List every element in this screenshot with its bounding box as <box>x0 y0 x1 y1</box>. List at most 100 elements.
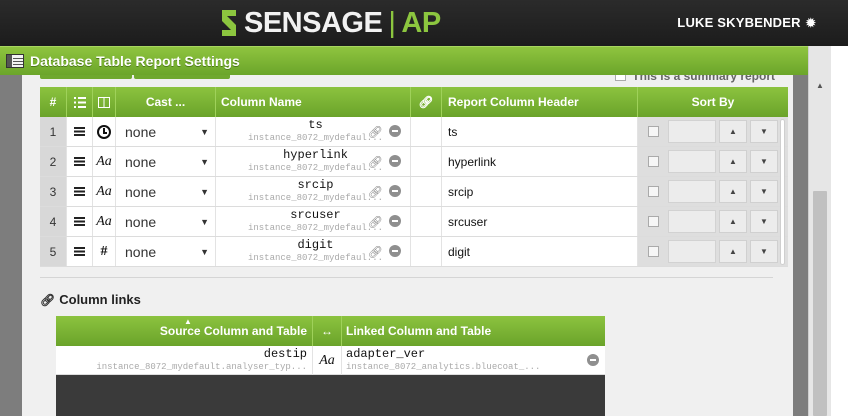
drag-handle[interactable] <box>67 207 93 236</box>
sort-down-button[interactable]: ▼ <box>750 180 778 203</box>
top-header: SENSAGE | AP LUKE SKYBENDER ✹ <box>0 0 848 46</box>
remove-icon[interactable] <box>389 155 401 167</box>
sort-down-button[interactable]: ▼ <box>750 120 778 143</box>
sort-checkbox[interactable] <box>648 126 659 137</box>
header-columns-icon[interactable] <box>93 87 116 117</box>
page-scrollbar[interactable]: ▲ <box>808 46 831 416</box>
sort-order-field[interactable] <box>668 210 716 233</box>
right-rail <box>831 46 848 416</box>
remove-icon[interactable] <box>389 125 401 137</box>
column-name: hyperlink <box>283 148 348 162</box>
menu-icon <box>74 157 85 166</box>
drag-handle[interactable] <box>67 147 93 176</box>
drag-handle[interactable] <box>67 117 93 146</box>
panel-title: Database Table Report Settings <box>30 53 240 69</box>
clock-icon <box>97 124 111 139</box>
sort-down-button[interactable]: ▼ <box>750 210 778 233</box>
summary-report-checkbox[interactable] <box>615 75 627 81</box>
sort-down-button[interactable]: ▼ <box>750 240 778 263</box>
sort-cell: ▲ ▼ <box>638 117 788 146</box>
cast-select[interactable]: none ▼ <box>116 147 216 176</box>
sort-order-field[interactable] <box>668 150 716 173</box>
link-icon[interactable]: 🔗︎ <box>368 185 383 199</box>
link-cell <box>411 117 442 146</box>
row-number: 3 <box>40 177 67 206</box>
sort-order-field[interactable] <box>668 180 716 203</box>
report-header-input[interactable]: hyperlink <box>442 147 638 176</box>
column-type: # <box>93 237 116 266</box>
column-name-cell: srcip instance_8072_mydefaul... 🔗︎ <box>216 177 411 206</box>
remove-icon[interactable] <box>389 245 401 257</box>
column-table: instance_8072_mydefaul... <box>247 253 384 263</box>
grid-scrollbar-thumb[interactable] <box>780 119 785 265</box>
drag-handle[interactable] <box>67 177 93 206</box>
link-cell <box>411 237 442 266</box>
row-number: 4 <box>40 207 67 236</box>
remove-icon[interactable] <box>587 354 599 366</box>
row-number: 2 <box>40 147 67 176</box>
drag-handle[interactable] <box>67 237 93 266</box>
summary-report-label: This is a summary report <box>632 75 775 83</box>
cast-select[interactable]: none ▼ <box>116 237 216 266</box>
panel-title-bar: Database Table Report Settings <box>0 46 808 75</box>
header-cast[interactable]: Cast ... <box>116 87 216 117</box>
source-cell: destip instance_8072_mydefault.analyser_… <box>56 346 313 375</box>
text-aa-icon: Aa <box>96 153 112 169</box>
column-link-row[interactable]: destip instance_8072_mydefault.analyser_… <box>56 346 605 375</box>
link-cell <box>411 207 442 236</box>
column-actions: 🔗︎ <box>368 215 401 229</box>
remove-icon[interactable] <box>389 215 401 227</box>
cast-select[interactable]: none ▼ <box>116 207 216 236</box>
dropdown-arrow-icon: ▼ <box>200 186 209 197</box>
link-icon[interactable]: 🔗︎ <box>368 245 383 259</box>
report-header-input[interactable]: ts <box>442 117 638 146</box>
user-menu[interactable]: LUKE SKYBENDER ✹ <box>677 15 816 30</box>
toolbar-button-partial-2[interactable] <box>134 75 230 79</box>
link-icon: 🔗︎ <box>418 95 434 109</box>
sort-down-button[interactable]: ▼ <box>750 150 778 173</box>
link-icon[interactable]: 🔗︎ <box>368 215 383 229</box>
table-icon <box>6 54 24 68</box>
column-type: Aa <box>93 207 116 236</box>
header-arrow: ↔ <box>313 316 342 346</box>
sort-order-field[interactable] <box>668 120 716 143</box>
sort-up-button[interactable]: ▲ <box>719 240 747 263</box>
linked-cell: adapter_ver instance_8072_analytics.blue… <box>342 346 605 375</box>
summary-report-toggle[interactable]: This is a summary report <box>615 75 775 83</box>
sort-cell: ▲ ▼ <box>638 237 788 266</box>
toolbar-button-partial-1[interactable] <box>40 75 132 79</box>
report-header-input[interactable]: digit <box>442 237 638 266</box>
report-header-input[interactable]: srcip <box>442 177 638 206</box>
grid-scrollbar[interactable] <box>780 119 787 265</box>
sort-checkbox[interactable] <box>648 216 659 227</box>
link-icon[interactable]: 🔗︎ <box>368 155 383 169</box>
cast-select[interactable]: none ▼ <box>116 177 216 206</box>
gear-icon[interactable]: ✹ <box>806 16 816 30</box>
sort-order-field[interactable] <box>668 240 716 263</box>
sort-checkbox[interactable] <box>648 246 659 257</box>
scroll-up-icon[interactable]: ▲ <box>816 81 824 90</box>
report-header-input[interactable]: srcuser <box>442 207 638 236</box>
link-cell <box>411 147 442 176</box>
sort-up-button[interactable]: ▲ <box>719 150 747 173</box>
column-links-empty-area <box>56 375 605 416</box>
column-links-label: Column links <box>59 292 141 307</box>
text-aa-icon: Aa <box>96 183 112 199</box>
sort-checkbox[interactable] <box>648 156 659 167</box>
sort-up-button[interactable]: ▲ <box>719 180 747 203</box>
column-table: instance_8072_mydefaul... <box>247 223 384 233</box>
link-icon[interactable]: 🔗︎ <box>368 125 383 139</box>
column-type: Aa <box>93 177 116 206</box>
sort-up-button[interactable]: ▲ <box>719 210 747 233</box>
cast-value: none <box>125 213 157 230</box>
cast-select[interactable]: none ▼ <box>116 117 216 146</box>
sort-up-button[interactable]: ▲ <box>719 120 747 143</box>
sort-checkbox[interactable] <box>648 186 659 197</box>
header-list-icon[interactable] <box>67 87 93 117</box>
column-actions: 🔗︎ <box>368 185 401 199</box>
row-number: 1 <box>40 117 67 146</box>
page-scrollbar-thumb[interactable] <box>813 191 827 416</box>
cast-value: none <box>125 153 157 170</box>
remove-icon[interactable] <box>389 185 401 197</box>
header-source-column[interactable]: ▲ Source Column and Table <box>56 316 313 346</box>
